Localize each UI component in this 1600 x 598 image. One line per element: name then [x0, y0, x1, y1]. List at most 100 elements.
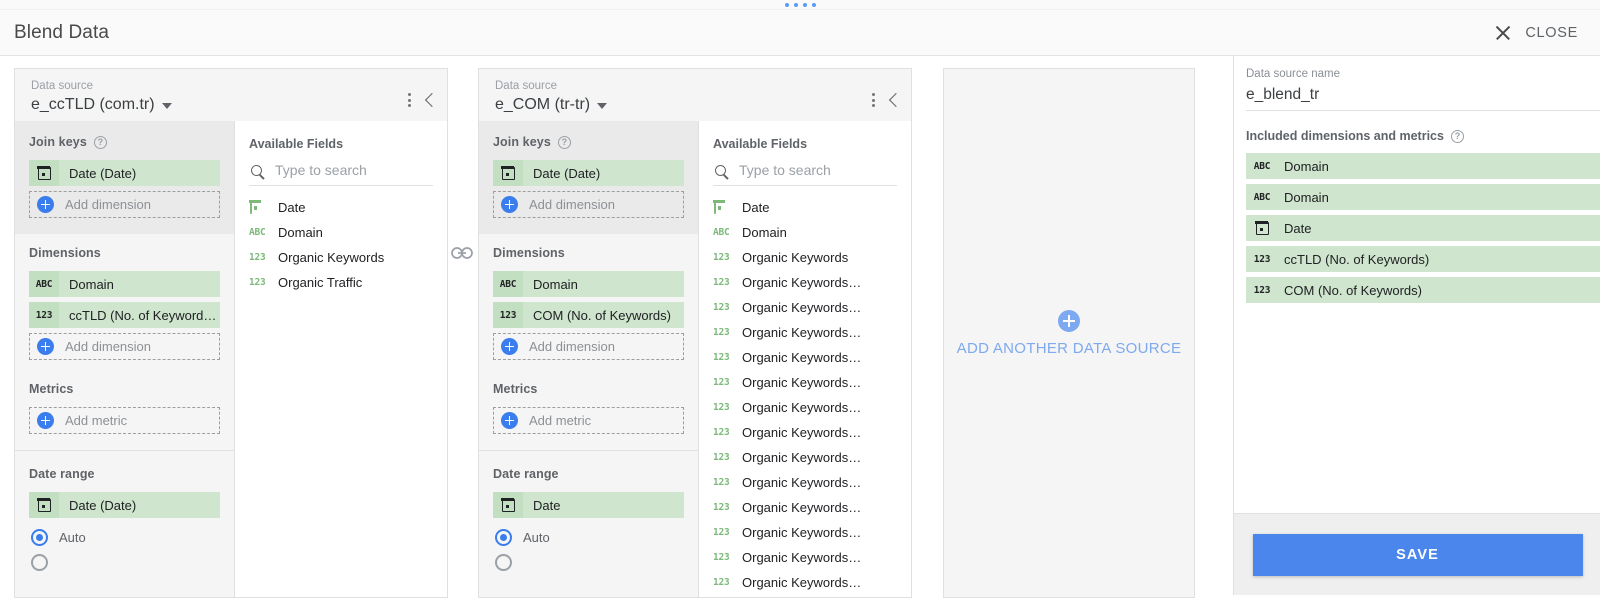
number-type-icon: 123 [493, 302, 523, 328]
field-list-item[interactable]: 123Organic Keywords… [713, 420, 897, 445]
field-list-item[interactable]: 123Organic Keywords… [713, 495, 897, 520]
available-fields-list-1: Date ABC Domain 123 Organic Keywords 123… [249, 195, 433, 295]
add-join-dimension-button-2[interactable]: Add dimension [493, 191, 684, 218]
date-range-option-custom-2[interactable] [493, 548, 684, 573]
text-type-icon: ABC [1246, 184, 1278, 210]
join-link-icon[interactable] [450, 241, 474, 265]
field-list-item[interactable]: 123Organic Keywords… [713, 295, 897, 320]
number-type-icon: 123 [1246, 277, 1278, 303]
blend-config-pane: Data source name Included dimensions and… [1233, 56, 1600, 595]
included-field-chip[interactable]: ABCDomain [1246, 153, 1600, 179]
help-icon[interactable]: ? [1451, 130, 1464, 143]
radio-unselected-icon [31, 554, 48, 571]
field-list-item[interactable]: Date [249, 195, 433, 220]
chip-label: Date [1278, 221, 1311, 236]
number-type-icon: 123 [713, 427, 739, 438]
text-type-icon: ABC [713, 227, 739, 238]
number-type-icon: 123 [713, 252, 739, 263]
text-type-icon: ABC [1246, 153, 1278, 179]
field-list-item[interactable]: 123 Organic Keywords [249, 245, 433, 270]
join-key-chip[interactable]: Date (Date) [493, 160, 684, 186]
field-list-item[interactable]: 123Organic Keywords [713, 245, 897, 270]
plus-icon [37, 412, 54, 429]
plus-icon [501, 196, 518, 213]
search-icon [251, 165, 262, 176]
number-type-icon: 123 [713, 327, 739, 338]
help-icon[interactable]: ? [94, 136, 107, 149]
data-source-name-field[interactable] [1246, 86, 1600, 111]
date-range-title-2: Date range [493, 467, 684, 481]
metrics-title-2: Metrics [493, 382, 684, 396]
field-list-item[interactable]: 123 Organic Traffic [249, 270, 433, 295]
add-metric-button-1[interactable]: Add metric [29, 407, 220, 434]
included-field-chip[interactable]: ABCDomain [1246, 184, 1600, 210]
search-input-1[interactable] [275, 162, 433, 178]
date-range-option-auto-2[interactable]: Auto [493, 523, 684, 548]
field-label: Organic Keywords… [739, 525, 861, 540]
field-list-item[interactable]: ABC Domain [249, 220, 433, 245]
available-fields-search-2[interactable] [713, 159, 897, 186]
dimension-chip[interactable]: ABC Domain [29, 271, 220, 297]
close-button[interactable]: CLOSE [1493, 23, 1578, 43]
collapse-chevron-left-icon-2[interactable] [889, 93, 903, 107]
number-type-icon: 123 [713, 352, 739, 363]
join-key-chip[interactable]: Date (Date) [29, 160, 220, 186]
field-list-item[interactable]: 123Organic Keywords… [713, 370, 897, 395]
date-range-option-auto-1[interactable]: Auto [29, 523, 220, 548]
date-range-chip[interactable]: Date [493, 492, 684, 518]
dimension-chip[interactable]: 123 COM (No. of Keywords) [493, 302, 684, 328]
data-source-selector-1[interactable]: e_ccTLD (com.tr) [31, 94, 172, 115]
dialog-header: Blend Data CLOSE [0, 10, 1600, 56]
field-list-item[interactable]: 123Organic Keywords… [713, 545, 897, 570]
field-list-item[interactable]: ABCDomain [713, 220, 897, 245]
date-range-option-label: Auto [59, 530, 86, 545]
included-field-chip[interactable]: 123ccTLD (No. of Keywords) [1246, 246, 1600, 272]
number-type-icon: 123 [713, 527, 739, 538]
field-list-item[interactable]: 123Organic Keywords… [713, 320, 897, 345]
add-another-data-source-button[interactable]: ADD ANOTHER DATA SOURCE [943, 68, 1195, 598]
plus-icon [37, 338, 54, 355]
date-type-icon [493, 160, 523, 186]
data-source-name-input[interactable] [1246, 86, 1582, 104]
field-list-item[interactable]: 123Organic Keywords… [713, 570, 897, 595]
included-field-chip[interactable]: Date [1246, 215, 1600, 241]
number-type-icon: 123 [713, 377, 739, 388]
field-list-item[interactable]: 123Organic Keywords… [713, 270, 897, 295]
dialog-drag-handle[interactable] [0, 0, 1600, 10]
dimension-chip[interactable]: 123 ccTLD (No. of Keyword… [29, 302, 220, 328]
add-dimension-button-1[interactable]: Add dimension [29, 333, 220, 360]
chevron-down-icon [162, 103, 172, 109]
field-list-item[interactable]: 123Organic Keywords… [713, 520, 897, 545]
data-source-label-1: Data source [31, 79, 172, 94]
more-options-icon-1[interactable] [406, 91, 413, 109]
add-metric-button-2[interactable]: Add metric [493, 407, 684, 434]
add-join-dimension-button-1[interactable]: Add dimension [29, 191, 220, 218]
more-options-icon-2[interactable] [870, 91, 877, 109]
plus-icon [501, 412, 518, 429]
field-label: Domain [275, 225, 323, 240]
add-dimension-button-2[interactable]: Add dimension [493, 333, 684, 360]
chip-label: COM (No. of Keywords) [523, 308, 671, 323]
field-list-item[interactable]: 123Organic Keywords… [713, 345, 897, 370]
search-input-2[interactable] [739, 162, 897, 178]
dimensions-title-1: Dimensions [29, 246, 220, 260]
date-type-icon [29, 492, 59, 518]
help-icon[interactable]: ? [558, 136, 571, 149]
date-range-chip[interactable]: Date (Date) [29, 492, 220, 518]
metrics-title-1: Metrics [29, 382, 220, 396]
field-list-item[interactable]: 123Organic Keywords… [713, 445, 897, 470]
data-source-selector-2[interactable]: e_COM (tr-tr) [495, 94, 607, 115]
dimension-chip[interactable]: ABC Domain [493, 271, 684, 297]
collapse-chevron-left-icon-1[interactable] [425, 93, 439, 107]
date-range-option-custom-1[interactable] [29, 548, 220, 573]
join-keys-title-1: Join keys ? [29, 135, 220, 149]
field-list-item[interactable]: 123Organic Keywords… [713, 395, 897, 420]
field-label: Organic Keywords… [739, 450, 861, 465]
included-field-chip[interactable]: 123COM (No. of Keywords) [1246, 277, 1600, 303]
available-fields-search-1[interactable] [249, 159, 433, 186]
field-list-item[interactable]: Date [713, 195, 897, 220]
number-type-icon: 123 [713, 502, 739, 513]
field-list-item[interactable]: 123Organic Keywords… [713, 470, 897, 495]
save-button[interactable]: SAVE [1253, 534, 1583, 576]
text-type-icon: ABC [29, 271, 59, 297]
